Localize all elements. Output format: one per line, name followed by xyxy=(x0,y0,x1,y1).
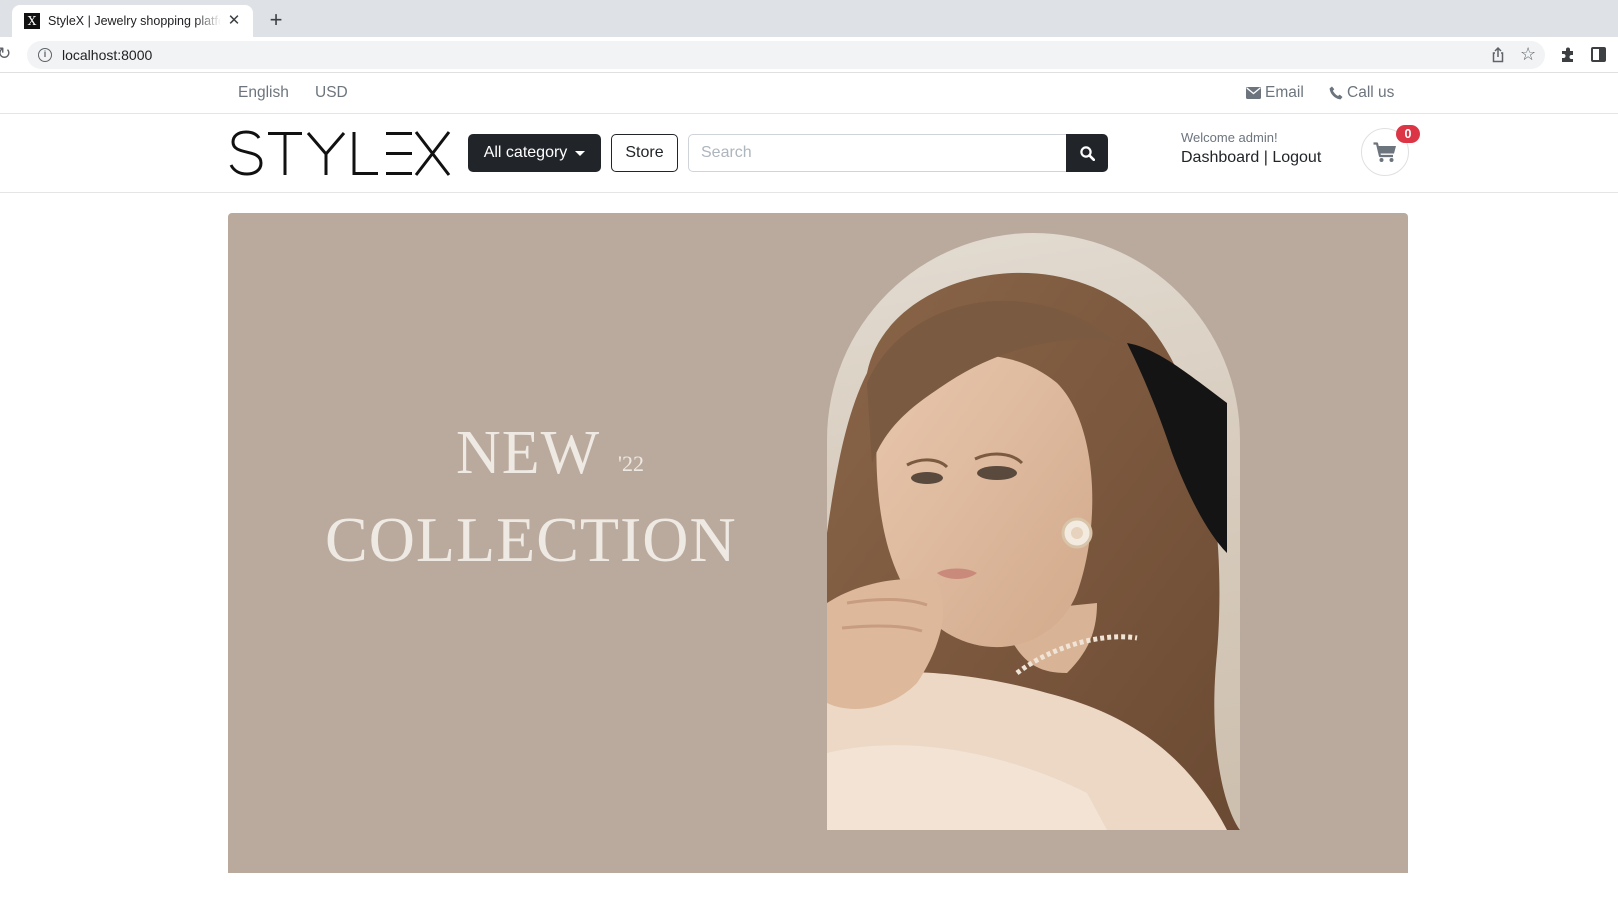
hero-banner[interactable]: NEW '22 COLLECTION xyxy=(228,213,1408,873)
puzzle-icon[interactable] xyxy=(1559,46,1577,64)
plus-icon[interactable]: + xyxy=(263,8,289,34)
cart-icon xyxy=(1373,141,1396,162)
share-icon[interactable] xyxy=(1489,46,1507,64)
currency-selector[interactable]: USD xyxy=(315,84,348,102)
phone-icon xyxy=(1329,86,1343,100)
hero-year: '22 xyxy=(618,451,644,476)
hero-headline-new: NEW xyxy=(456,419,601,487)
top-info-bar: English USD Email Call us xyxy=(0,74,1618,114)
close-icon[interactable]: ✕ xyxy=(225,12,243,30)
hero-headline-collection: COLLECTION xyxy=(325,504,737,575)
address-bar[interactable]: i localhost:8000 ☆ xyxy=(27,41,1545,69)
all-category-dropdown[interactable]: All category xyxy=(468,134,601,172)
reload-icon[interactable]: ↻ xyxy=(0,44,15,64)
search-icon xyxy=(1079,145,1095,161)
site-header: All category Store Welcome admin! Dashbo… xyxy=(0,114,1618,193)
store-button[interactable]: Store xyxy=(611,134,678,172)
envelope-icon xyxy=(1246,87,1261,99)
dashboard-link[interactable]: Dashboard xyxy=(1181,149,1259,166)
side-panel-icon[interactable] xyxy=(1591,47,1606,62)
search-input[interactable] xyxy=(688,134,1067,172)
language-selector[interactable]: English xyxy=(238,84,289,102)
star-icon[interactable]: ☆ xyxy=(1520,44,1536,64)
cart-count-badge: 0 xyxy=(1396,125,1420,143)
browser-tab-bar: X StyleX | Jewelry shopping platform ✕ + xyxy=(0,0,1618,37)
link-separator: | xyxy=(1259,149,1273,166)
tab-title: StyleX | Jewelry shopping platform xyxy=(48,14,221,28)
call-link[interactable]: Call us xyxy=(1329,84,1394,102)
favicon-icon: X xyxy=(24,13,40,29)
account-links: Dashboard | Logout xyxy=(1181,149,1321,167)
email-label: Email xyxy=(1265,84,1304,101)
call-label: Call us xyxy=(1347,84,1395,101)
logout-link[interactable]: Logout xyxy=(1272,149,1321,166)
browser-tab[interactable]: X StyleX | Jewelry shopping platform ✕ xyxy=(12,5,253,37)
info-icon[interactable]: i xyxy=(38,48,52,62)
url-text[interactable]: localhost:8000 xyxy=(62,47,152,63)
welcome-text: Welcome admin! xyxy=(1181,130,1278,145)
caret-down-icon xyxy=(575,150,586,156)
all-category-label: All category xyxy=(483,144,568,161)
hero-model-photo xyxy=(827,233,1240,830)
email-link[interactable]: Email xyxy=(1246,84,1304,102)
search-button[interactable] xyxy=(1066,134,1108,172)
browser-toolbar: ↻ i localhost:8000 ☆ xyxy=(0,37,1618,73)
model-illustration xyxy=(827,272,1240,830)
site-logo[interactable] xyxy=(228,130,452,176)
